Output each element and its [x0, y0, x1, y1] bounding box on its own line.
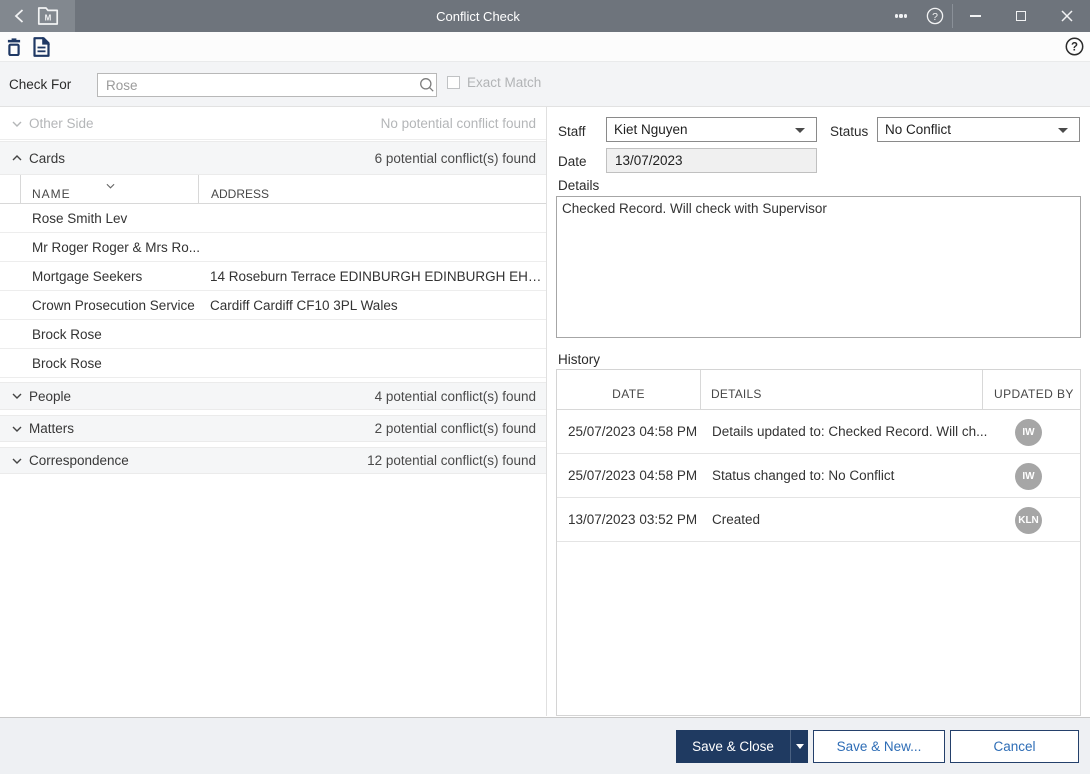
svg-text:?: ? — [932, 11, 938, 23]
svg-text:M: M — [45, 14, 52, 23]
svg-text:?: ? — [1071, 42, 1078, 54]
